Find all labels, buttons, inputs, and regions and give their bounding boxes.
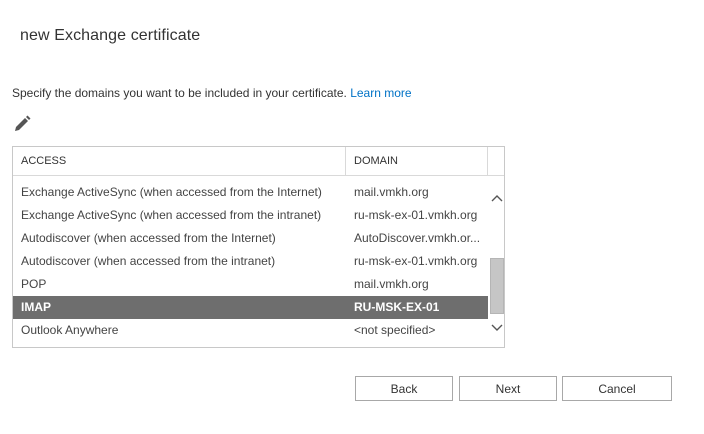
learn-more-link[interactable]: Learn more (350, 86, 411, 100)
cancel-button[interactable]: Cancel (562, 376, 672, 401)
access-cell: Outlook Anywhere (21, 323, 119, 337)
domain-cell: mail.vmkh.org (354, 277, 429, 291)
access-cell: Autodiscover (when accessed from the int… (21, 254, 276, 268)
next-button[interactable]: Next (459, 376, 557, 401)
table-row-selected[interactable]: IMAP RU-MSK-EX-01 (13, 296, 488, 319)
dialog-title: new Exchange certificate (20, 27, 201, 44)
scroll-up-button[interactable] (489, 191, 504, 207)
access-cell: POP (21, 277, 47, 291)
domain-cell: AutoDiscover.vmkh.or... (354, 231, 481, 245)
chevron-up-icon (491, 195, 503, 202)
domain-cell: ru-msk-ex-01.vmkh.org (354, 254, 478, 268)
table-header: ACCESS DOMAIN (13, 147, 504, 176)
column-header-access[interactable]: ACCESS (13, 147, 346, 175)
table-row[interactable]: Exchange ActiveSync (when accessed from … (13, 204, 488, 227)
edit-button[interactable] (12, 114, 34, 134)
table-row[interactable]: Exchange ActiveSync (when accessed from … (13, 181, 488, 204)
access-cell: IMAP (21, 300, 51, 314)
scroll-down-button[interactable] (489, 319, 504, 335)
table-row[interactable]: Autodiscover (when accessed from the Int… (13, 227, 488, 250)
description-text: Specify the domains you want to be inclu… (12, 86, 347, 100)
table-row[interactable]: Outlook Anywhere <not specified> (13, 319, 488, 342)
domain-cell: mail.vmkh.org (354, 185, 429, 199)
table-row[interactable]: Autodiscover (when accessed from the int… (13, 250, 488, 273)
scrollbar-thumb[interactable] (490, 258, 504, 314)
pencil-icon (15, 115, 31, 131)
back-button[interactable]: Back (355, 376, 453, 401)
access-cell: Exchange ActiveSync (when accessed from … (21, 208, 322, 222)
domains-table: ACCESS DOMAIN Exchange ActiveSync (when … (12, 146, 505, 348)
access-cell: Autodiscover (when accessed from the Int… (21, 231, 276, 245)
column-header-domain[interactable]: DOMAIN (346, 147, 488, 175)
domain-cell: RU-MSK-EX-01 (354, 300, 440, 314)
table-body: Exchange ActiveSync (when accessed from … (13, 181, 488, 342)
description: Specify the domains you want to be inclu… (12, 86, 412, 100)
domain-cell: ru-msk-ex-01.vmkh.org (354, 208, 478, 222)
access-cell: Exchange ActiveSync (when accessed from … (21, 185, 322, 199)
domain-cell: <not specified> (354, 323, 436, 337)
chevron-down-icon (491, 324, 503, 331)
vertical-scrollbar[interactable] (489, 177, 504, 347)
table-row[interactable]: POP mail.vmkh.org (13, 273, 488, 296)
